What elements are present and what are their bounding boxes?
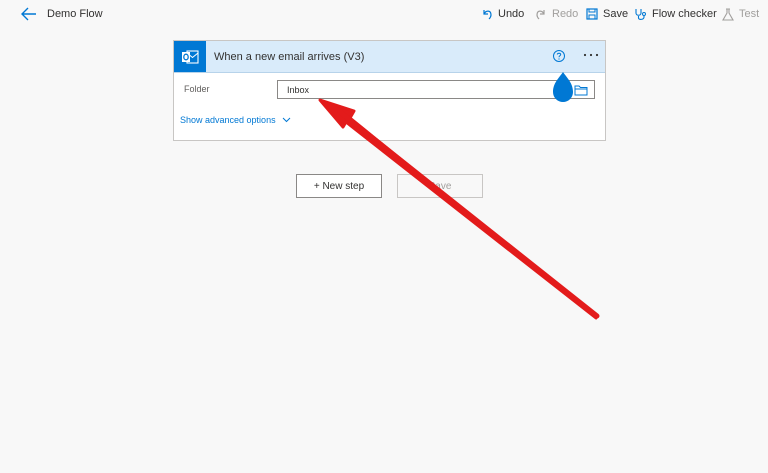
save-toolbar-label: Save — [603, 8, 629, 20]
undo-label: Undo — [498, 8, 525, 20]
top-bar: Demo Flow Undo Redo Save Flow checker Te… — [0, 0, 768, 28]
flask-icon — [722, 7, 734, 21]
stethoscope-icon — [635, 8, 646, 20]
folder-picker-icon[interactable] — [574, 83, 588, 96]
trigger-card: When a new email arrives (V3) Folder Inb… — [173, 40, 606, 141]
folder-label: Folder — [184, 84, 210, 94]
redo-button[interactable]: Redo — [535, 7, 578, 21]
help-icon[interactable] — [552, 49, 566, 63]
undo-button[interactable]: Undo — [481, 7, 524, 21]
location-marker-icon — [551, 71, 575, 103]
more-options-icon[interactable] — [582, 47, 600, 63]
save-icon — [586, 8, 598, 20]
trigger-card-header[interactable]: When a new email arrives (V3) — [174, 41, 605, 73]
show-advanced-options-link[interactable]: Show advanced options — [180, 115, 291, 125]
save-button[interactable]: Save — [397, 174, 483, 198]
redo-icon — [536, 10, 545, 20]
back-arrow-icon[interactable] — [20, 6, 38, 22]
show-advanced-options-label: Show advanced options — [180, 115, 276, 125]
chevron-down-icon — [282, 117, 290, 123]
flow-title: Demo Flow — [47, 8, 103, 20]
folder-input[interactable]: Inbox — [277, 80, 595, 99]
undo-icon — [483, 10, 492, 20]
flow-checker-button[interactable]: Flow checker — [634, 7, 717, 21]
test-label: Test — [739, 8, 760, 20]
outlook-icon — [174, 41, 206, 72]
flow-checker-label: Flow checker — [652, 8, 717, 20]
trigger-card-title: When a new email arrives (V3) — [214, 51, 365, 63]
redo-label: Redo — [552, 8, 579, 20]
new-step-button[interactable]: + New step — [296, 174, 382, 198]
save-toolbar-button[interactable]: Save — [586, 7, 628, 21]
test-button[interactable]: Test — [722, 7, 759, 21]
